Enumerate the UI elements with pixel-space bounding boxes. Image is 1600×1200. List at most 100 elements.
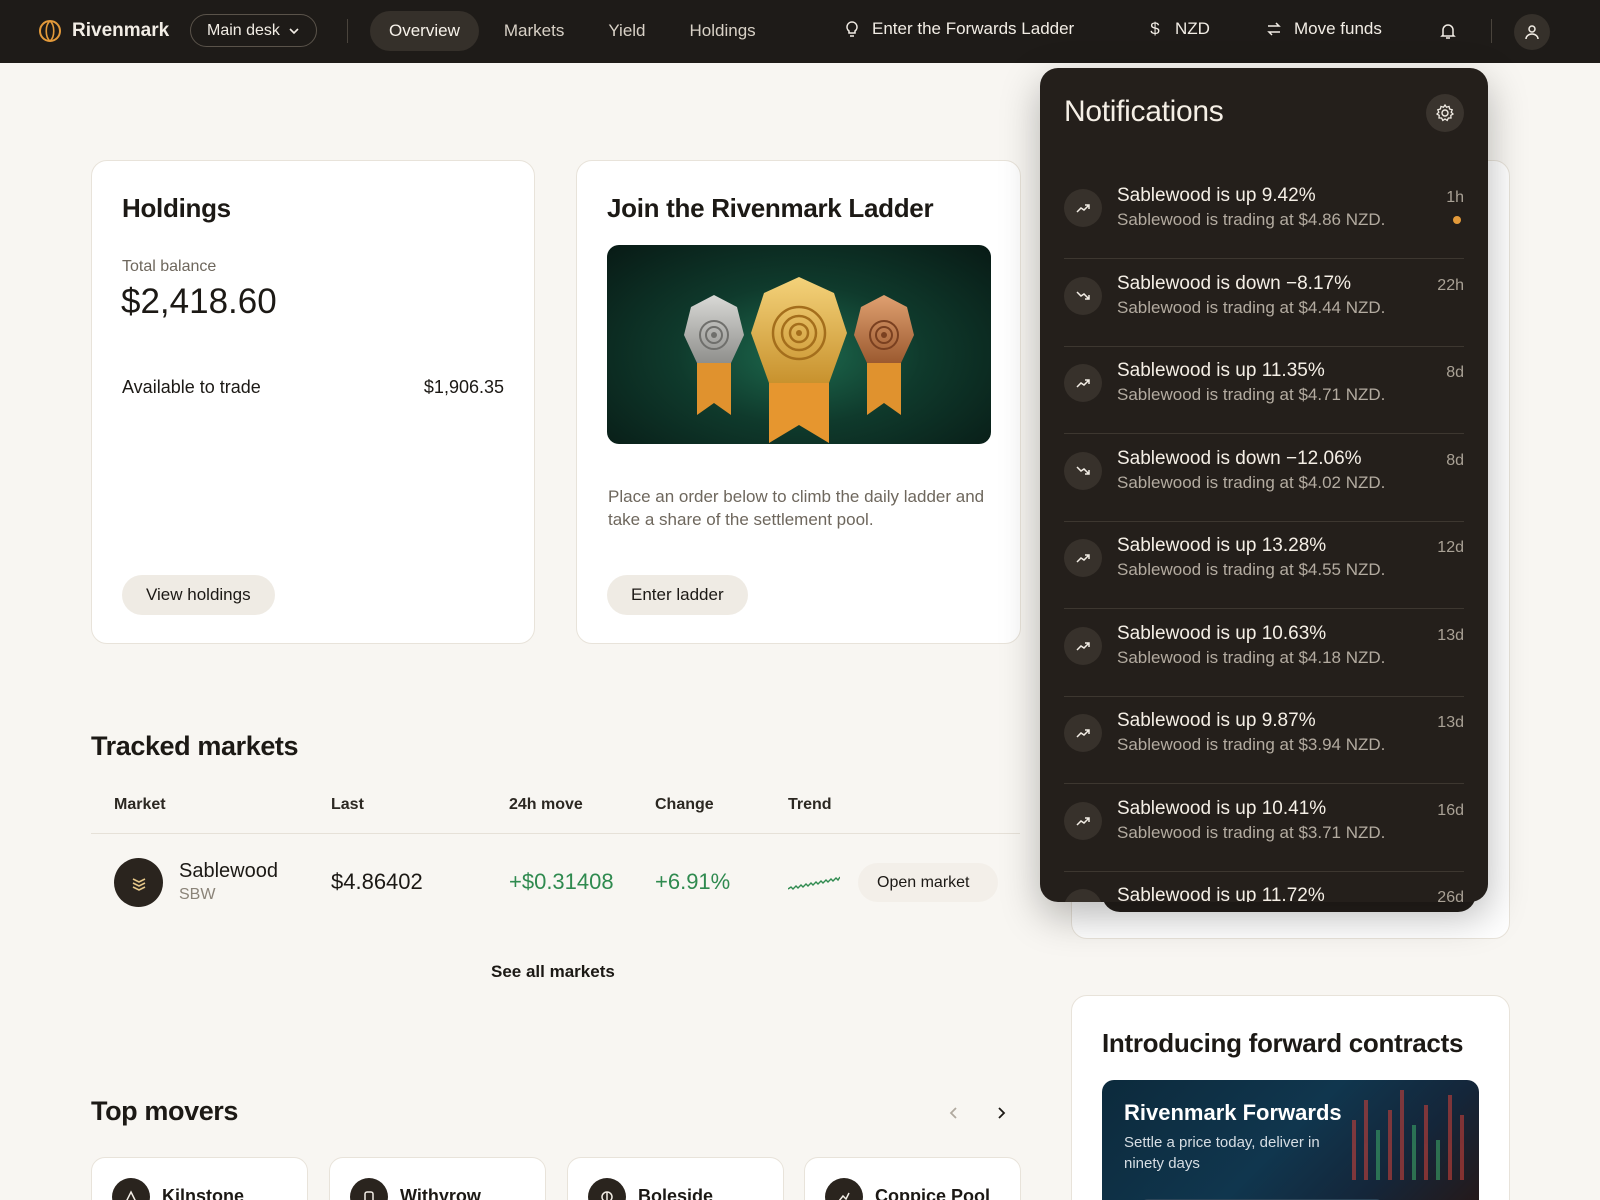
currency-selector[interactable]: $ NZD (1145, 19, 1210, 39)
account-button[interactable] (1514, 14, 1550, 50)
notification-settings-button[interactable] (1426, 94, 1464, 132)
notification-item[interactable]: Sablewood is up 9.87% Sablewood is tradin… (1064, 697, 1464, 784)
top-movers-title: Top movers (91, 1096, 239, 1126)
notification-item[interactable]: Sablewood is up 10.63% Sablewood is tradi… (1064, 610, 1464, 697)
col-24h-move: 24h move (509, 796, 583, 813)
col-trend: Trend (788, 796, 832, 813)
chart-line-icon (825, 1178, 863, 1200)
notification-title: Sablewood is up 10.41% (1117, 797, 1327, 819)
mover-name: Withyrow (400, 1186, 481, 1200)
forward-banner-subtitle: Settle a price today, deliver in ninety … (1124, 1134, 1320, 1172)
notification-body: Sablewood is trading at $4.71 NZD. (1117, 385, 1386, 404)
circle-icon (588, 1178, 626, 1200)
notification-item[interactable]: Sablewood is down −12.06% Sablewood is tr… (1064, 435, 1464, 522)
tracked-markets-title: Tracked markets (91, 731, 299, 761)
ladder-title: Join the Rivenmark Ladder (607, 193, 934, 223)
sablewood-logo-icon (114, 858, 163, 907)
market-ticker: SBW (179, 886, 216, 903)
main-nav: Overview Markets Yield Holdings (370, 11, 775, 51)
mover-name: Kilnstone (162, 1186, 245, 1200)
notification-item[interactable]: Sablewood is up 9.42% Sablewood is tradin… (1064, 172, 1464, 259)
notification-item[interactable]: Sablewood is up 10.41% Sablewood is tradi… (1064, 785, 1464, 872)
top-bar: Rivenmark Main desk Overview Markets Yie… (0, 0, 1600, 63)
lightbulb-icon (846, 21, 858, 37)
trend-sparkline (788, 876, 840, 890)
notification-time: 16d (1437, 801, 1464, 819)
nav-markets[interactable]: Markets (485, 11, 583, 51)
notification-body: Sablewood is trading at $3.71 NZD. (1117, 822, 1386, 842)
triangle-icon (112, 1178, 150, 1200)
user-icon (1525, 25, 1539, 40)
notification-title: Sablewood is up 10.63% (1117, 622, 1327, 644)
notification-item[interactable]: Sablewood is up 11.72% 26d (1064, 872, 1464, 902)
forward-title: Introducing forward contracts (1102, 1028, 1464, 1058)
forward-banner[interactable]: Rivenmark Forwards Settle a price today,… (1102, 1080, 1479, 1200)
total-balance-value: $2,418.60 (121, 282, 277, 321)
notifications-title: Notifications (1064, 95, 1224, 128)
market-change: +6.91% (655, 869, 731, 894)
mover-card[interactable]: Boleside (567, 1157, 784, 1200)
market-last: $4.86402 (331, 869, 423, 894)
notification-body: Sablewood is trading at $4.02 NZD. (1117, 472, 1386, 492)
open-market-button[interactable]: Open market (858, 863, 998, 902)
notification-body: Sablewood is trading at $4.18 NZD. (1117, 647, 1386, 667)
trend-up-icon (1064, 189, 1102, 227)
notification-title: Sablewood is up 9.87% (1117, 710, 1316, 731)
notification-time: 26d (1437, 889, 1464, 902)
bell-icon[interactable] (1437, 20, 1459, 42)
chevron-right-icon[interactable] (989, 1101, 1013, 1125)
notification-body: Sablewood is trading at $4.55 NZD. (1117, 560, 1386, 579)
chevron-left-icon[interactable] (942, 1101, 966, 1125)
desk-label: Main desk (207, 21, 280, 39)
nav-overview[interactable]: Overview (370, 11, 479, 51)
mover-card[interactable]: Coppice Pool (804, 1157, 1021, 1200)
gear-icon (1435, 103, 1455, 122)
notification-time: 22h (1437, 276, 1464, 294)
notification-item[interactable]: Sablewood is up 11.35% Sablewood is tradi… (1064, 347, 1464, 434)
market-move: +$0.31408 (509, 869, 614, 894)
trend-up-icon (1064, 714, 1102, 752)
mover-card[interactable]: Kilnstone (91, 1157, 308, 1200)
see-all-markets-link[interactable]: See all markets (491, 962, 615, 982)
notification-time: 12d (1437, 539, 1464, 556)
move-funds-button[interactable]: Move funds (1264, 19, 1382, 39)
ladder-card: Join the Rivenmark Ladder Place an order… (576, 160, 1021, 644)
notification-title: Sablewood is up 9.42% (1117, 185, 1316, 206)
dollar-icon: $ (1150, 19, 1160, 38)
notification-item[interactable]: Sablewood is down −8.17% Sablewood is tra… (1064, 260, 1464, 347)
square-icon (350, 1178, 388, 1200)
col-last: Last (331, 796, 364, 813)
ladder-description: Place an order below to climb the daily … (608, 487, 985, 529)
notification-item[interactable]: Sablewood is up 13.28% Sablewood is tradi… (1064, 522, 1464, 609)
trend-up-icon (1064, 626, 1102, 665)
col-change: Change (655, 796, 714, 813)
view-holdings-button[interactable]: View holdings (122, 575, 275, 615)
nav-yield[interactable]: Yield (589, 11, 664, 51)
total-balance-label: Total balance (122, 258, 217, 275)
mover-name: Coppice Pool (875, 1186, 991, 1200)
ladder-banner (607, 245, 991, 444)
mover-name: Boleside (638, 1186, 714, 1200)
available-row: Available to trade $1,906.35 (122, 377, 504, 398)
mover-card[interactable]: Withyrow (329, 1157, 546, 1200)
nav-holdings[interactable]: Holdings (671, 11, 775, 51)
desk-selector[interactable]: Main desk (190, 14, 317, 47)
notification-title: Sablewood is up 13.28% (1117, 535, 1327, 556)
divider (1491, 19, 1492, 43)
trend-down-icon (1064, 276, 1102, 315)
col-market: Market (114, 796, 166, 813)
brand[interactable]: Rivenmark (38, 19, 169, 43)
transfer-icon (1267, 22, 1281, 36)
forward-banner-title: Rivenmark Forwards (1124, 1100, 1342, 1125)
holdings-card: Holdings Total balance $2,418.60 Availab… (91, 160, 535, 644)
rivenmark-logo-icon (39, 19, 61, 43)
trend-up-icon (1064, 539, 1102, 577)
notification-body: Sablewood is trading at $4.86 NZD. (1117, 210, 1386, 229)
move-funds-label: Move funds (1294, 19, 1382, 38)
forwards-ladder-link[interactable]: Enter the Forwards Ladder (842, 19, 1074, 39)
enter-ladder-button[interactable]: Enter ladder (607, 575, 748, 615)
notification-body: Sablewood is trading at $3.94 NZD. (1117, 735, 1386, 754)
notification-title: Sablewood is down −8.17% (1117, 272, 1351, 294)
trend-up-icon (1064, 364, 1102, 402)
notification-body: Sablewood is trading at $4.44 NZD. (1117, 297, 1386, 317)
